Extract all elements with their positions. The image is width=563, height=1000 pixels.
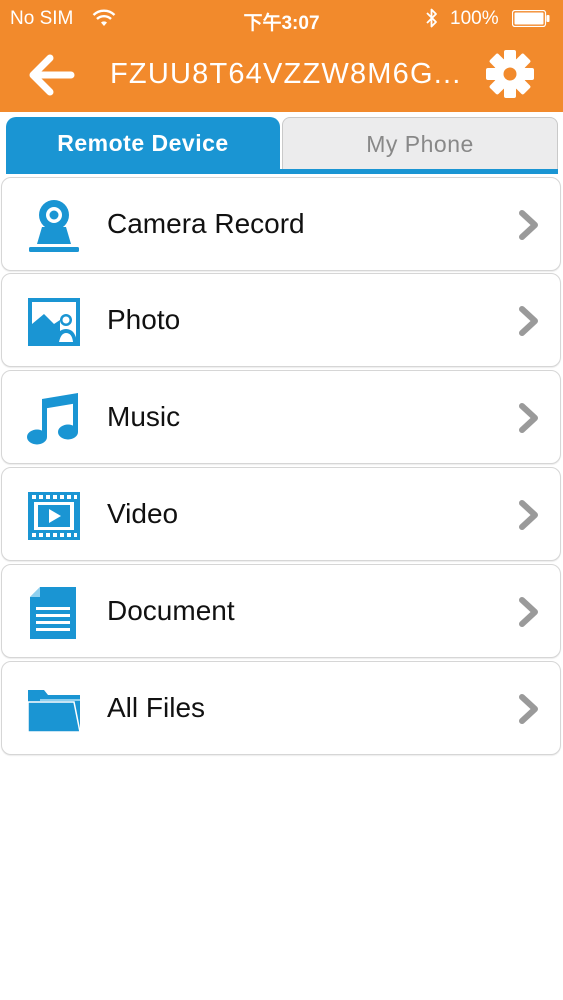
arrow-left-icon: [29, 54, 75, 96]
list-item-all-files[interactable]: All Files: [1, 661, 561, 755]
tab-my-phone[interactable]: My Phone: [282, 117, 558, 169]
item-label: Music: [107, 401, 181, 432]
item-label: Photo: [107, 304, 181, 335]
battery-icon: [512, 10, 550, 27]
tab-remote-device[interactable]: Remote Device: [6, 117, 280, 169]
music-note-icon: [27, 393, 78, 445]
list-item-photo[interactable]: Photo: [1, 273, 561, 367]
item-label: All Files: [107, 692, 206, 723]
webcam-icon: [29, 200, 79, 252]
chevron-right-icon: [519, 694, 538, 724]
battery-percent: 100%: [450, 8, 499, 29]
back-button[interactable]: [26, 52, 76, 98]
photo-icon: [28, 298, 80, 346]
nav-bar: FZUU8T64VZZW8M6G...: [0, 36, 563, 112]
list-item-video[interactable]: Video: [1, 467, 561, 561]
app-header: No SIM 下午3:07 100% FZUU8T64VZZW8M6G...: [0, 0, 563, 112]
list-item-document[interactable]: Document: [1, 564, 561, 658]
item-label: Camera Record: [107, 208, 305, 239]
chevron-right-icon: [519, 403, 538, 433]
item-label: Document: [107, 595, 235, 626]
chevron-right-icon: [519, 306, 538, 336]
tab-underline: [6, 169, 558, 174]
status-bar: No SIM 下午3:07 100%: [0, 0, 563, 36]
film-icon: [28, 492, 80, 540]
chevron-right-icon: [519, 500, 538, 530]
chevron-right-icon: [519, 597, 538, 627]
settings-button[interactable]: [484, 48, 536, 100]
list-item-camera-record[interactable]: Camera Record: [1, 177, 561, 271]
gear-icon: [486, 50, 534, 98]
device-title: FZUU8T64VZZW8M6G...: [110, 58, 462, 90]
item-label: Video: [107, 498, 179, 529]
folder-icon: [27, 690, 81, 733]
list-item-music[interactable]: Music: [1, 370, 561, 464]
tab-bar: Remote Device My Phone: [6, 117, 558, 175]
document-icon: [30, 587, 76, 639]
chevron-right-icon: [519, 210, 538, 240]
bluetooth-icon: [426, 8, 437, 28]
